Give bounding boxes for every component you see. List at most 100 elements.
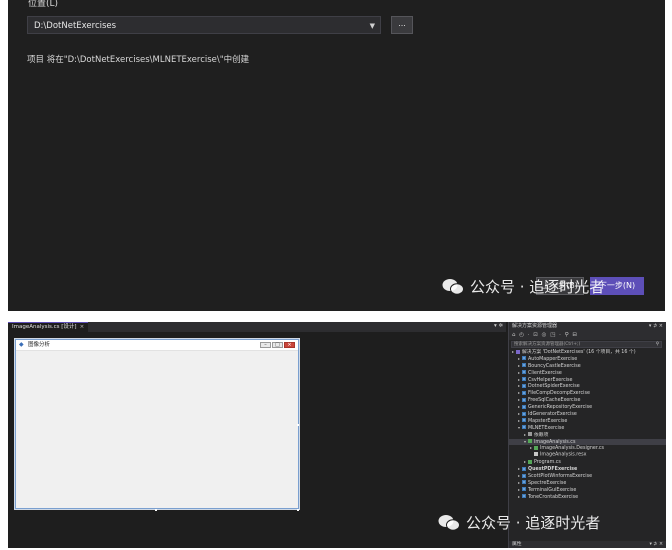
document-tab-bar: ImageAnalysis.cs [设计] × ▾ ✲ <box>8 322 506 332</box>
project-icon <box>522 494 526 499</box>
solution-tree: ▸ 解决方案 'DotNetExercises' (16 个项目，共 16 个) ▸… <box>509 349 666 501</box>
location-combobox[interactable]: D:\DotNetExercises ▼ <box>27 16 381 34</box>
tree-item-label: FreeSqlCacheExercise <box>528 398 581 404</box>
project-icon <box>522 425 526 430</box>
resize-handle[interactable] <box>297 509 299 511</box>
location-value: D:\DotNetExercises <box>34 21 117 31</box>
project-icon <box>522 487 526 492</box>
tree-item-label: FileCompDecompExercise <box>528 391 590 397</box>
tree-item[interactable]: ▸ CsvHelperExercise <box>509 377 666 384</box>
solution-explorer-title: 解决方案资源管理器 ▾ ⊅ × <box>509 322 666 330</box>
winform-preview[interactable]: ◆ 图像分析 – □ × <box>15 339 299 509</box>
tree-item[interactable]: ▸ AutoMapperExercise <box>509 356 666 363</box>
location-label: 位置(L) <box>28 0 59 9</box>
watermark-text: 公众号 · 追逐时光者 <box>466 514 601 532</box>
tree-item-label: ToneCrontabExercise <box>528 494 579 500</box>
tree-item[interactable]: ▸ FreeSqlCacheExercise <box>509 397 666 404</box>
minimize-button[interactable]: – <box>260 342 271 348</box>
tree-item[interactable]: ▾ ImageAnalysis.cs <box>509 438 666 446</box>
tree-item-label: BouncyCastleExercise <box>528 363 581 369</box>
project-icon <box>522 363 526 368</box>
tab-image-analysis-design[interactable]: ImageAnalysis.cs [设计] × <box>8 322 89 332</box>
tree-item[interactable]: ImageAnalysis.resx <box>509 452 666 459</box>
designer-surface[interactable]: ◆ 图像分析 – □ × <box>8 332 506 548</box>
watermark: 公众号 · 追逐时光者 <box>438 512 600 533</box>
tree-item-label: SpectreExercise <box>528 480 567 486</box>
tree-item-label: CsvHelperExercise <box>528 377 573 383</box>
tree-item-label: TerminalGuiExercise <box>528 487 577 493</box>
tree-item[interactable]: ▸ Program.cs <box>509 459 666 466</box>
tree-item[interactable]: ▸ DotnetSpiderExercise <box>509 383 666 390</box>
form-title-bar: ◆ 图像分析 – □ × <box>16 340 298 351</box>
tree-item-label: AutoMapperExercise <box>528 356 578 362</box>
panel-title: 解决方案资源管理器 <box>512 323 558 329</box>
project-icon <box>522 370 526 375</box>
file-icon <box>534 452 538 457</box>
cs-icon <box>528 439 532 444</box>
dependency-icon <box>528 432 532 437</box>
tree-item[interactable]: ▸ IdGeneratorExercise <box>509 411 666 418</box>
project-path-info: 项目 将在"D:\DotNetExercises\MLNETExercise\"… <box>27 55 250 65</box>
watermark-text: 公众号 · 追逐时光者 <box>470 278 605 296</box>
tree-item-label: 解决方案 'DotNetExercises' (16 个项目，共 16 个) <box>522 350 636 355</box>
form-icon: ◆ <box>19 341 24 348</box>
form-title: 图像分析 <box>28 342 51 348</box>
project-icon <box>522 404 526 409</box>
tree-item-label: GenericRepositoryExercise <box>528 405 593 411</box>
search-icon[interactable]: ⚲ <box>656 342 659 348</box>
cs-icon <box>534 445 538 450</box>
tree-item[interactable]: ▸ 依赖项 <box>509 432 666 439</box>
tree-item-label: ImageAnalysis.resx <box>540 452 587 458</box>
project-icon <box>522 377 526 382</box>
tree-item[interactable]: ▸ ImageAnalysis.Designer.cs <box>509 445 666 452</box>
tree-item[interactable]: ▸ ClientExercise <box>509 370 666 377</box>
tree-item[interactable]: ▸ MapsterExercise <box>509 418 666 425</box>
project-icon <box>522 411 526 416</box>
maximize-button[interactable]: □ <box>272 342 283 348</box>
resize-handle[interactable] <box>297 424 299 426</box>
tree-item[interactable]: ▸ TerminalGuiExercise <box>509 487 666 494</box>
tree-item-label: MapsterExercise <box>528 418 568 424</box>
project-icon <box>522 356 526 361</box>
close-icon[interactable]: × <box>80 324 85 330</box>
chevron-down-icon[interactable]: ▼ <box>370 17 375 35</box>
close-button[interactable]: × <box>284 342 295 348</box>
browse-button[interactable]: ... <box>391 16 413 34</box>
tab-controls[interactable]: ▾ ✲ <box>494 323 503 329</box>
project-icon <box>522 418 526 423</box>
new-project-dialog: 位置(L) D:\DotNetExercises ▼ ... 项目 将在"D:\… <box>8 0 665 311</box>
project-icon <box>522 390 526 395</box>
tree-item[interactable]: ▸ 解决方案 'DotNetExercises' (16 个项目，共 16 个) <box>509 349 666 356</box>
wechat-icon <box>438 515 460 531</box>
project-icon <box>522 397 526 402</box>
tree-item[interactable]: ▸ BouncyCastleExercise <box>509 363 666 370</box>
tree-item-label: DotnetSpiderExercise <box>528 384 580 390</box>
project-icon <box>522 480 526 485</box>
tree-item[interactable]: ▸ FileCompDecompExercise <box>509 390 666 397</box>
tree-item[interactable]: ▸ SpectreExercise <box>509 480 666 487</box>
tree-item[interactable]: ▸ GenericRepositoryExercise <box>509 404 666 411</box>
solution-explorer-toolbar[interactable]: ⌂ ◴ · ⊡ ◎ ◳ · ⚲ ⊟ <box>509 330 666 340</box>
tree-item-label: Program.cs <box>534 460 561 466</box>
panel-controls[interactable]: ▾ ⊅ × <box>649 322 663 330</box>
tree-item-label: ClientExercise <box>528 370 562 376</box>
tree-item-label: IdGeneratorExercise <box>528 412 577 418</box>
project-icon <box>522 466 526 471</box>
tree-item[interactable]: ▸ ScottPlotWinformsExercise <box>509 473 666 480</box>
tree-item-label: 依赖项 <box>534 432 549 438</box>
panel-controls[interactable]: ▾ ⊅ × <box>650 541 664 548</box>
panel-title: 属性 <box>512 542 522 547</box>
tree-item-label: MLNETExercise <box>528 425 565 431</box>
resize-handle[interactable] <box>155 509 157 511</box>
project-icon <box>522 383 526 388</box>
tree-item-label: ScottPlotWinformsExercise <box>528 474 593 480</box>
tree-item[interactable]: ▾ MLNETExercise <box>509 425 666 432</box>
search-placeholder: 搜索解决方案资源管理器(Ctrl+;) <box>514 342 581 347</box>
tree-item-label: ImageAnalysis.Designer.cs <box>540 446 605 452</box>
tree-item[interactable]: ▸ ToneCrontabExercise <box>509 494 666 501</box>
tree-item-label: ImageAnalysis.cs <box>534 439 576 445</box>
cs-icon <box>528 459 532 464</box>
tree-item[interactable]: ▸ QuestPDFExercise <box>509 466 666 473</box>
solution-search-input[interactable]: 搜索解决方案资源管理器(Ctrl+;) ⚲ <box>511 341 662 348</box>
watermark: 公众号 · 追逐时光者 <box>442 276 604 297</box>
